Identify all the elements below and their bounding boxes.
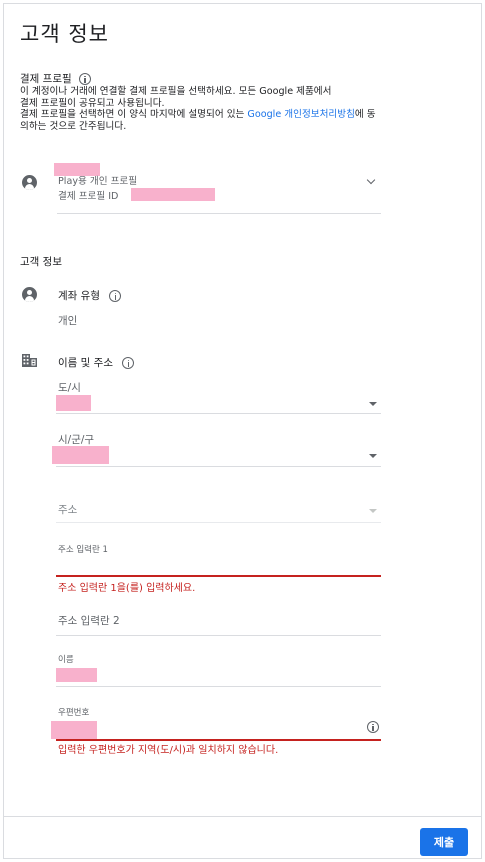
address-line1-label: 주소 입력란 1 [58,545,108,555]
city-underline [56,466,381,467]
page-title: 고객 정보 [20,22,109,46]
city-value-redacted [52,446,109,464]
postal-code-label: 우편번호 [58,708,90,718]
payment-profile-label-text: 결제 프로필 [20,73,72,85]
postal-code-input[interactable]: 우편번호 [51,704,381,739]
address-line2-input[interactable]: 주소 입력란 2 [56,606,381,636]
profile-id-redacted [131,188,215,201]
desc-line-1: 이 계정이나 거래에 연결할 결제 프로필을 선택하세요. 모든 Google … [20,86,332,97]
customer-info-heading: 고객 정보 [20,256,62,268]
city-select[interactable]: 시/군/구 [52,430,381,466]
info-icon[interactable] [78,73,91,85]
name-underline [56,686,381,687]
payment-profile-label: 결제 프로필 [20,71,91,86]
dropdown-arrow-icon [369,454,377,458]
desc-line-3-text: 결제 프로필을 선택하면 이 양식 마지막에 설명되어 있는 [20,109,248,120]
info-icon[interactable] [109,290,122,302]
address-label: 주소 [58,504,78,516]
province-underline [56,413,381,414]
province-label: 도/시 [58,382,81,394]
address-underline [56,522,381,523]
address-select[interactable]: 주소 [56,500,381,522]
profile-id-label: 결제 프로필 ID [58,191,119,202]
city-label: 시/군/구 [58,434,95,446]
address-line1-error: 주소 입력란 1을(를) 입력하세요. [58,583,196,594]
name-label: 이름 [58,655,74,665]
submit-button[interactable]: 제출 [420,828,468,856]
info-icon[interactable] [122,357,135,369]
address-line2-placeholder: 주소 입력란 2 [58,615,120,627]
address-line1-input[interactable]: 주소 입력란 1 [56,538,381,576]
desc-line-2: 결제 프로필이 공유되고 사용됩니다. [20,97,165,109]
province-value-redacted [56,395,91,411]
profile-type: Play용 개인 프로필 [58,176,138,187]
postal-code-error: 입력한 우편번호가 지역(도/시)과 일치하지 않습니다. [58,745,279,756]
dropdown-arrow-icon [369,402,377,406]
profile-name-redacted [54,163,100,176]
name-address-label: 이름 및 주소 [58,355,135,370]
footer-divider [3,816,482,817]
profile-divider [57,213,381,214]
name-input[interactable]: 이름 [56,650,381,686]
address-line2-underline [56,635,381,636]
payment-profile-description: 이 계정이나 거래에 연결할 결제 프로필을 선택하세요. 모든 Google … [20,86,380,132]
desc-line-3: 결제 프로필을 선택하면 이 양식 마지막에 설명되어 있는 Google 개인… [20,109,380,132]
chevron-down-icon [366,175,376,185]
name-value-redacted [56,668,97,682]
account-type-value: 개인 [58,315,78,327]
account-person-icon [22,287,37,302]
payment-profile-selector[interactable]: Play용 개인 프로필 결제 프로필 ID [20,160,382,214]
info-icon[interactable] [367,721,379,733]
person-icon [22,175,37,190]
dropdown-arrow-icon [369,509,377,513]
privacy-policy-link[interactable]: Google 개인정보처리방침 [247,109,355,120]
account-type-label: 계좌 유형 [58,288,122,303]
postal-code-value-redacted [51,721,97,739]
province-select[interactable]: 도/시 [56,378,381,414]
address-line1-underline [56,575,381,577]
account-type-label-text: 계좌 유형 [58,290,100,302]
name-address-label-text: 이름 및 주소 [58,357,113,369]
business-icon [22,354,37,367]
